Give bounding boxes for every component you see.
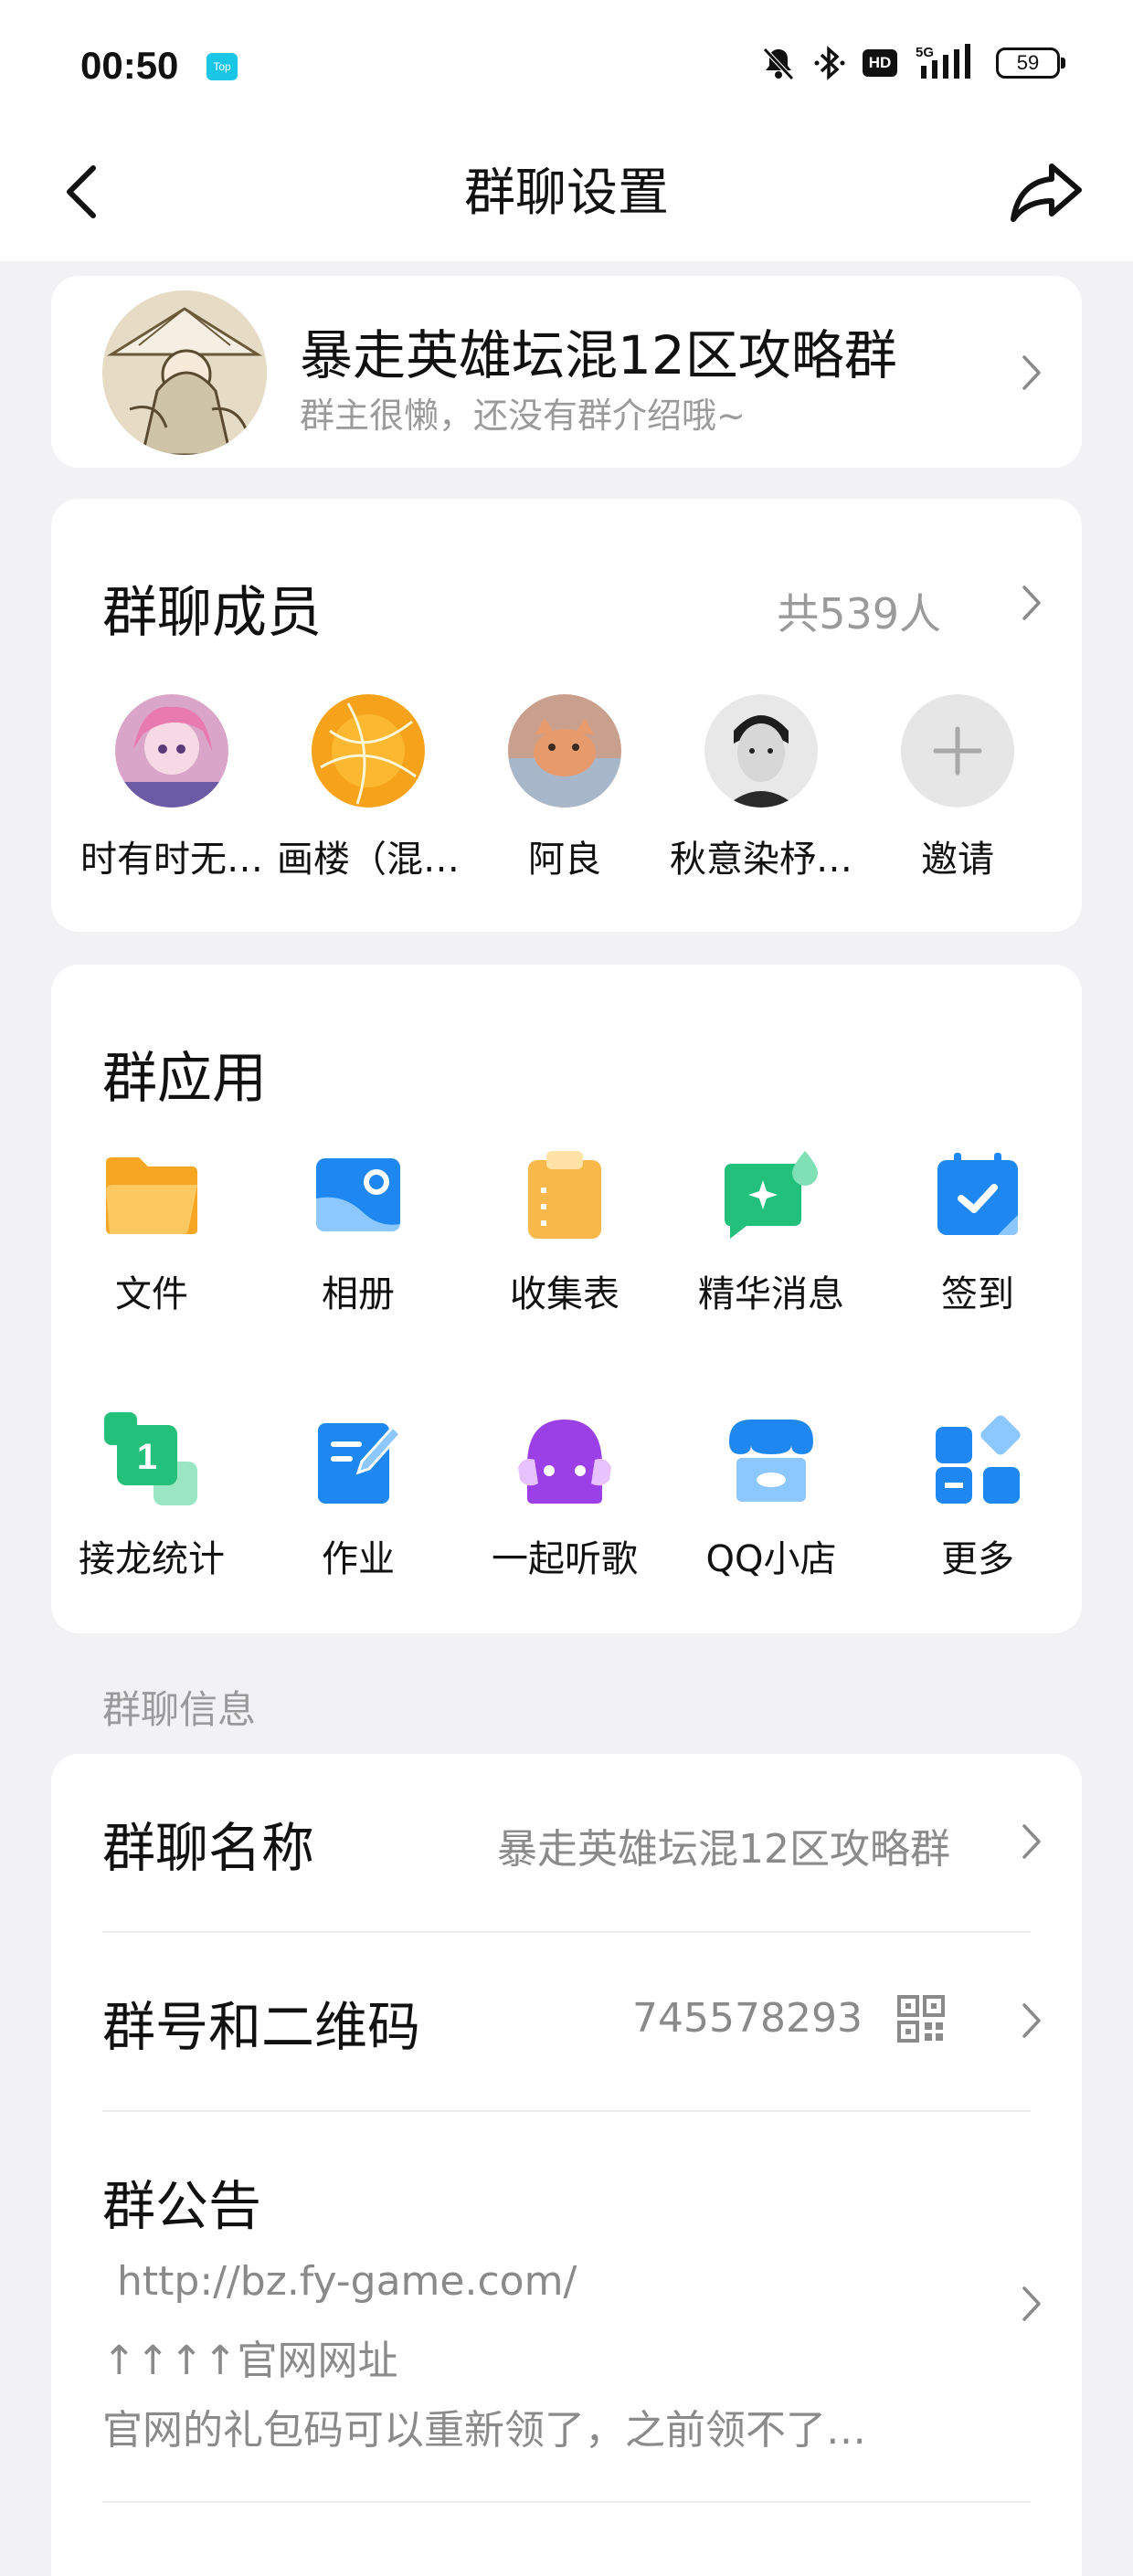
member-name: 秋意染杼… <box>670 839 852 881</box>
app-label: 作业 <box>322 1538 395 1580</box>
member-item[interactable]: 时有时无… <box>80 694 263 882</box>
shop-icon <box>720 1409 822 1511</box>
chevron-right-icon <box>1022 354 1042 391</box>
group-number-value[interactable]: 745578293 <box>632 1995 863 2042</box>
member-avatar <box>312 694 425 808</box>
app-listen-together[interactable]: 一起听歌 <box>464 1409 665 1582</box>
notice-line: ↑↑↑↑官网网址 <box>102 2338 398 2384</box>
member-avatar <box>115 694 228 808</box>
mute-bell-icon <box>760 44 797 82</box>
network-label: 5G <box>916 45 934 60</box>
status-time: 00:50 <box>80 44 179 87</box>
app-collection-form[interactable]: 收集表 <box>464 1144 665 1317</box>
app-label: 精华消息 <box>698 1273 844 1315</box>
relay-icon: 1 <box>101 1409 203 1511</box>
nav-bar: 群聊设置 <box>0 137 1133 261</box>
bluetooth-icon <box>813 44 846 82</box>
app-files[interactable]: 文件 <box>51 1144 252 1317</box>
app-more[interactable]: 更多 <box>877 1409 1078 1582</box>
member-count[interactable]: 共539人 <box>777 581 941 641</box>
app-essence-messages[interactable]: 精华消息 <box>671 1144 872 1317</box>
system-icons: HD 5G 59 <box>760 44 1065 82</box>
member-name: 画楼（混… <box>277 839 460 881</box>
apps-title: 群应用 <box>102 1047 267 1111</box>
chevron-right-icon[interactable] <box>1022 2286 1042 2322</box>
status-bar: 00:50 Top HD 5G 59 <box>0 0 1133 137</box>
plus-icon <box>901 694 1014 808</box>
app-label: 文件 <box>115 1273 188 1315</box>
app-check-in[interactable]: 签到 <box>877 1144 1078 1317</box>
divider <box>102 1931 1031 1933</box>
signal-5g-icon: 5G <box>914 44 979 82</box>
app-label: 相册 <box>322 1273 395 1315</box>
app-album[interactable]: 相册 <box>258 1144 459 1317</box>
group-apps-card: 群应用 文件 相册 收集表 精华消息 签到 1 接龙统计 作业 一起听歌 QQ小… <box>51 965 1082 1633</box>
members-card: 群聊成员 共539人 时有时无… 画楼（混… 阿良 秋意染杼… 邀请 <box>51 499 1082 932</box>
group-description: 群主很懒，还没有群介绍哦~ <box>300 396 746 436</box>
app-relay-stats[interactable]: 1 接龙统计 <box>51 1409 252 1582</box>
member-item[interactable]: 阿良 <box>473 694 656 882</box>
divider <box>102 2501 1031 2503</box>
app-label: 更多 <box>941 1538 1014 1580</box>
share-button[interactable] <box>1005 153 1087 230</box>
member-item[interactable]: 秋意染杼… <box>670 694 852 882</box>
chevron-right-icon[interactable] <box>1022 1823 1042 1860</box>
group-number-row-label[interactable]: 群号和二维码 <box>102 1984 420 2061</box>
calendar-check-icon <box>927 1144 1029 1246</box>
homework-icon <box>307 1409 409 1511</box>
app-qq-shop[interactable]: QQ小店 <box>671 1409 872 1582</box>
album-icon <box>307 1144 409 1246</box>
hd-badge: HD <box>863 49 897 77</box>
chevron-right-icon[interactable] <box>1022 2002 1042 2039</box>
app-label: 收集表 <box>510 1273 619 1315</box>
members-title: 群聊成员 <box>102 581 322 645</box>
member-name: 时有时无… <box>80 839 263 881</box>
headphones-icon <box>514 1409 616 1511</box>
app-label: QQ小店 <box>705 1538 837 1580</box>
svg-text:1: 1 <box>137 1437 157 1477</box>
group-name: 暴走英雄坛混12区攻略群 <box>300 324 897 386</box>
section-label-group-info: 群聊信息 <box>102 1687 257 1732</box>
essence-message-icon <box>720 1144 822 1246</box>
battery-indicator: 59 <box>996 48 1065 79</box>
group-name-row-label[interactable]: 群聊名称 <box>102 1805 314 1882</box>
member-item[interactable]: 画楼（混… <box>277 694 460 882</box>
divider <box>102 2110 1031 2112</box>
app-label: 一起听歌 <box>492 1538 638 1580</box>
page-title: 群聊设置 <box>464 164 669 223</box>
notice-line: 官网的礼包码可以重新领了，之前领不了… <box>102 2407 866 2454</box>
member-name: 阿良 <box>528 839 601 881</box>
group-profile-card[interactable]: 暴走英雄坛混12区攻略群 群主很懒，还没有群介绍哦~ <box>51 276 1082 468</box>
chevron-right-icon[interactable] <box>1022 585 1042 621</box>
app-label: 接龙统计 <box>79 1538 225 1580</box>
app-label: 签到 <box>941 1273 1014 1315</box>
folder-icon <box>101 1144 203 1246</box>
qr-code-icon[interactable] <box>897 1995 945 2046</box>
group-notice-label[interactable]: 群公告 <box>102 2163 261 2240</box>
invite-label: 邀请 <box>921 839 994 881</box>
group-avatar[interactable] <box>102 290 267 455</box>
group-name-row-value[interactable]: 暴走英雄坛混12区攻略群 <box>497 1816 950 1874</box>
notice-line: http://bz.fy-game.com/ <box>117 2258 577 2305</box>
member-avatar <box>508 694 621 808</box>
more-apps-icon <box>927 1409 1029 1511</box>
invite-button[interactable]: 邀请 <box>866 694 1049 882</box>
group-info-card: 群聊名称 暴走英雄坛混12区攻略群 群号和二维码 745578293 群公告 h… <box>51 1754 1082 2576</box>
share-icon <box>1011 164 1082 222</box>
app-homework[interactable]: 作业 <box>258 1409 459 1582</box>
clipboard-icon <box>514 1144 616 1246</box>
member-avatar <box>704 694 818 808</box>
app-badge-icon: Top <box>206 53 238 80</box>
